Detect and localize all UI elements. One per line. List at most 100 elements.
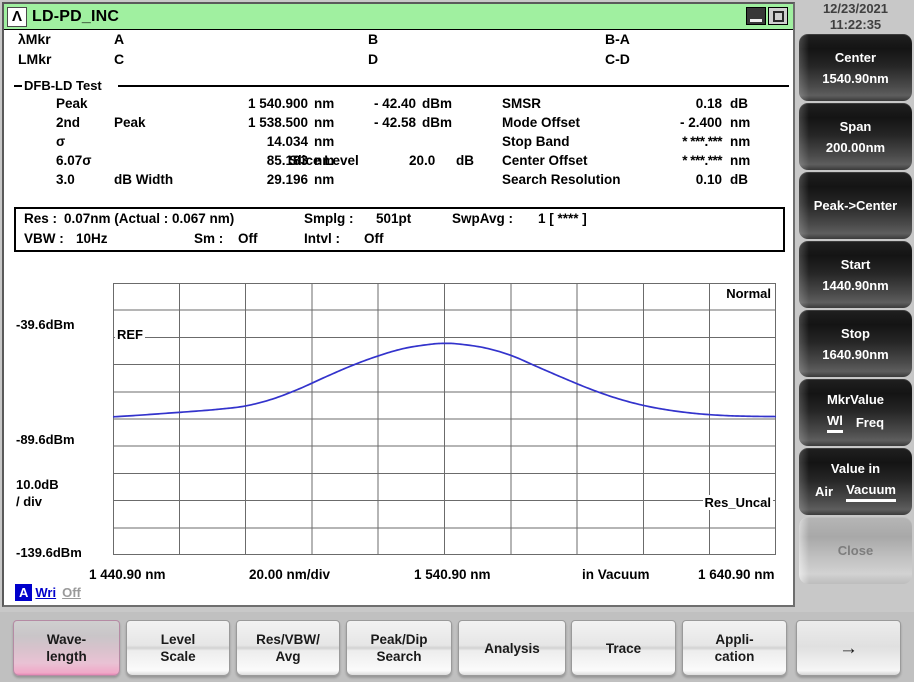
softkey-marker-value[interactable]: MkrValue Wl Freq bbox=[799, 379, 912, 446]
row-value: 14.034 bbox=[266, 134, 308, 149]
row-wavelength-unit: nm bbox=[314, 115, 335, 130]
tab-label-line1: Trace bbox=[605, 640, 642, 656]
x-axis-medium-label: in Vacuum bbox=[582, 567, 650, 582]
row-value: * ***.*** bbox=[682, 134, 722, 149]
x-axis-start-label: 1 440.90 nm bbox=[89, 567, 166, 582]
maximize-icon[interactable] bbox=[768, 7, 788, 25]
divider-dash-right bbox=[118, 85, 789, 87]
measurement-row-peak: Peak 1 540.900 nm - 42.40 dBm bbox=[4, 96, 494, 115]
row-unit: dB bbox=[730, 172, 748, 187]
minimize-icon[interactable] bbox=[746, 7, 766, 25]
option-vacuum[interactable]: Vacuum bbox=[846, 482, 896, 502]
marker-row-wavelength: λMkr A B B-A bbox=[4, 31, 793, 51]
marker-d: D bbox=[368, 51, 379, 67]
softkey-value: 1640.90nm bbox=[822, 346, 889, 362]
slice-level-unit: dB bbox=[456, 153, 474, 168]
option-air[interactable]: Air bbox=[815, 484, 833, 501]
sm-value: Off bbox=[238, 231, 258, 246]
row-unit: dB bbox=[730, 96, 748, 111]
section-title: DFB-LD Test bbox=[24, 78, 102, 93]
tab-application[interactable]: Appli- cation bbox=[682, 620, 787, 676]
tab-label-line2: Search bbox=[376, 649, 422, 664]
softkey-options: Wl Freq bbox=[826, 413, 884, 433]
spectrum-graph[interactable]: REF Normal Res_Uncal bbox=[113, 283, 776, 555]
slice-level-label: Slice Level bbox=[289, 153, 359, 168]
intvl-label: Intvl : bbox=[304, 231, 340, 246]
softkey-value: 200.00nm bbox=[825, 139, 886, 155]
row-wavelength: 1 540.900 bbox=[247, 96, 308, 111]
tab-label-line1: Appli- bbox=[715, 632, 754, 647]
sweep-settings-box: Res : 0.07nm (Actual : 0.067 nm) Smplg :… bbox=[14, 207, 785, 252]
softkey-close[interactable]: Close bbox=[799, 517, 912, 584]
measurement-row-mode-offset: Mode Offset - 2.400 nm bbox=[502, 115, 792, 134]
option-frequency[interactable]: Freq bbox=[856, 415, 884, 432]
tab-peak-dip-search[interactable]: Peak/Dip Search bbox=[346, 620, 452, 676]
marker-label: LMkr bbox=[18, 51, 52, 67]
y-scale-per-div-line1: 10.0dB bbox=[16, 477, 59, 492]
measurement-row-607-sigma: 6.07σ 85.183 nm Slice Level 20.0 dB bbox=[4, 153, 494, 172]
x-axis-stop-label: 1 640.90 nm bbox=[698, 567, 775, 582]
measurement-row-second-peak: 2nd Peak 1 538.500 nm - 42.58 dBm bbox=[4, 115, 494, 134]
row-value: 0.10 bbox=[695, 172, 722, 187]
row-level-unit: dBm bbox=[422, 115, 452, 130]
softkey-peak-to-center[interactable]: Peak->Center bbox=[799, 172, 912, 239]
row-level-unit: dBm bbox=[422, 96, 452, 111]
row-key: Mode Offset bbox=[502, 115, 581, 130]
tab-label-line2: Scale bbox=[160, 649, 196, 664]
tab-label-line1: Level bbox=[160, 632, 196, 647]
softkey-label: MkrValue bbox=[826, 392, 885, 407]
softkey-value: 1540.90nm bbox=[822, 70, 889, 86]
row-unit: nm bbox=[730, 153, 751, 168]
row-value: - 2.400 bbox=[679, 115, 722, 130]
settings-row-1: Res : 0.07nm (Actual : 0.067 nm) Smplg :… bbox=[16, 211, 783, 231]
softkey-label: Span bbox=[839, 118, 872, 134]
tab-trace[interactable]: Trace bbox=[571, 620, 676, 676]
ref-level-label: REF bbox=[115, 327, 145, 342]
trace-state: Off bbox=[62, 585, 81, 600]
clock-time: 11:22:35 bbox=[829, 17, 882, 32]
softkey-options: Air Vacuum bbox=[815, 482, 896, 502]
measurement-row-stop-band: Stop Band * ***.*** nm bbox=[502, 134, 792, 153]
row-unit: nm bbox=[730, 115, 751, 130]
measurement-row-db-width: 3.0 dB Width 29.196 nm bbox=[4, 172, 494, 191]
row-key: 3.0 bbox=[56, 172, 75, 187]
y-axis-bottom-label: -139.6dBm bbox=[16, 545, 82, 560]
row-key: σ bbox=[56, 134, 66, 149]
row-unit: nm bbox=[314, 134, 335, 149]
softkey-stop[interactable]: Stop 1640.90nm bbox=[799, 310, 912, 377]
measurement-right-column: SMSR 0.18 dB Mode Offset - 2.400 nm Stop… bbox=[502, 96, 792, 191]
y-scale-per-div-line2: / div bbox=[16, 494, 43, 509]
window-title: LD-PD_INC bbox=[32, 7, 120, 25]
vbw-value: 10Hz bbox=[76, 231, 108, 246]
tab-res-vbw-avg[interactable]: Res/VBW/ Avg bbox=[236, 620, 340, 676]
softkey-panel: 12/23/2021 11:22:35 Center 1540.90nm Spa… bbox=[797, 0, 914, 607]
tab-next-page[interactable]: → bbox=[796, 620, 901, 676]
tab-label-line1: Wave- bbox=[46, 632, 87, 647]
y-axis-top-label: -39.6dBm bbox=[16, 317, 75, 332]
row-key-2: dB Width bbox=[114, 172, 174, 187]
clock-date: 12/23/2021 bbox=[822, 1, 889, 16]
tab-label-line2: Avg bbox=[275, 649, 301, 664]
res-value: 0.07nm (Actual : 0.067 nm) bbox=[64, 211, 235, 226]
slice-level-value: 20.0 bbox=[409, 153, 436, 168]
swpavg-label: SwpAvg : bbox=[452, 211, 514, 226]
trace-letter: A bbox=[15, 584, 33, 601]
softkey-start[interactable]: Start 1440.90nm bbox=[799, 241, 912, 308]
softkey-value-in[interactable]: Value in Air Vacuum bbox=[799, 448, 912, 515]
marker-c-minus-d: C-D bbox=[605, 51, 630, 67]
softkey-label: Stop bbox=[841, 325, 870, 341]
tab-analysis[interactable]: Analysis bbox=[458, 620, 566, 676]
softkey-span[interactable]: Span 200.00nm bbox=[799, 103, 912, 170]
row-key: Peak bbox=[56, 96, 88, 111]
tab-label-line2: cation bbox=[714, 649, 755, 664]
softkey-center[interactable]: Center 1540.90nm bbox=[799, 34, 912, 101]
option-wavelength[interactable]: Wl bbox=[826, 413, 843, 433]
trace-status-indicator[interactable]: A Wri Off bbox=[15, 584, 84, 601]
row-value: 29.196 bbox=[266, 172, 308, 187]
section-divider-dfb-ld-test: DFB-LD Test bbox=[14, 78, 789, 93]
tab-wavelength[interactable]: Wave- length bbox=[13, 620, 120, 676]
row-level: - 42.58 bbox=[373, 115, 416, 130]
measurement-row-center-offset: Center Offset * ***.*** nm bbox=[502, 153, 792, 172]
main-display-panel: Λ LD-PD_INC λMkr A B B-A LMkr C D C-D DF… bbox=[2, 2, 795, 607]
tab-level-scale[interactable]: Level Scale bbox=[126, 620, 230, 676]
